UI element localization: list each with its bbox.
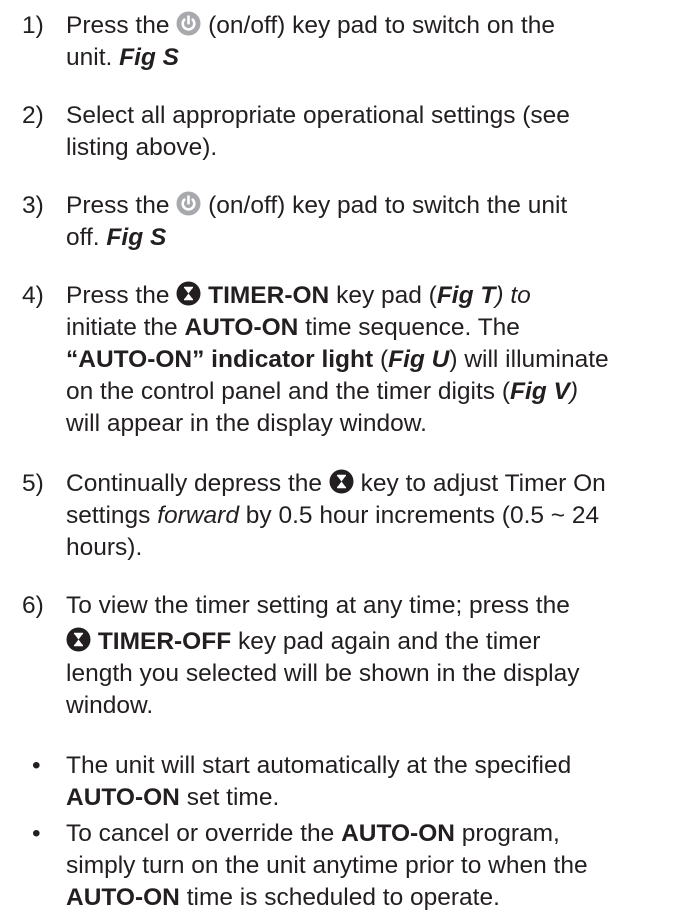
step-number: 1): [22, 12, 44, 39]
step-number: 4): [22, 282, 44, 309]
power-icon: [176, 191, 201, 216]
figure-reference: Fig T: [436, 282, 496, 309]
hourglass-timer-icon: [329, 469, 354, 494]
figure-reference: Fig U: [388, 346, 450, 373]
timer-on-key-label: TIMER-ON: [208, 282, 330, 309]
step-number: 5): [22, 470, 44, 497]
step-number: 3): [22, 192, 44, 219]
figure-reference: Fig V: [509, 378, 570, 405]
figure-reference: Fig S: [106, 224, 167, 251]
figure-reference: Fig S: [119, 44, 180, 71]
bullet-symbol: •: [32, 820, 41, 847]
hourglass-timer-icon: [176, 281, 201, 306]
step-number: 2): [22, 102, 44, 129]
timer-off-key-label: TIMER-OFF: [97, 628, 232, 655]
instruction-page: 1) Press the (on/off) key pad to switch …: [22, 11, 609, 911]
bullet-symbol: •: [32, 752, 41, 779]
step-number: 6): [22, 592, 44, 619]
hourglass-timer-icon: [66, 627, 91, 652]
power-icon: [176, 11, 201, 36]
